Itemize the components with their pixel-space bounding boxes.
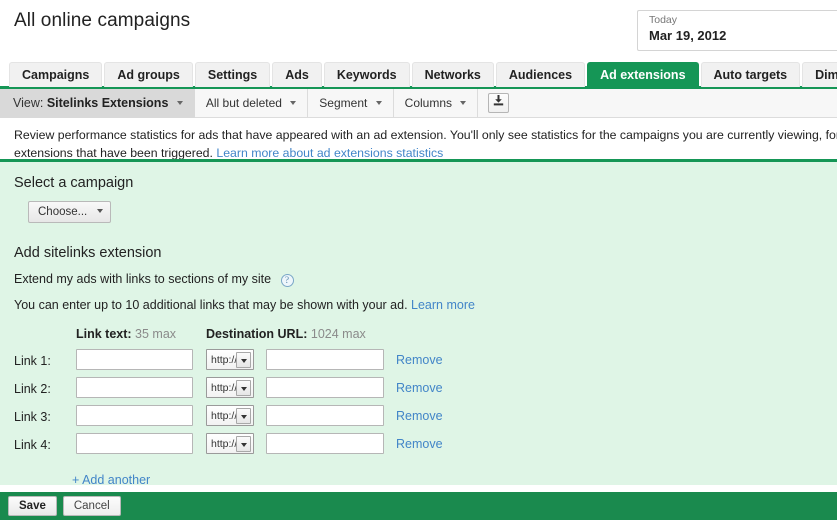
segment-label: Segment: [319, 96, 368, 110]
view-selector[interactable]: View: Sitelinks Extensions: [0, 89, 195, 118]
learn-more-link[interactable]: Learn more: [411, 298, 475, 312]
destination-url-input[interactable]: [266, 377, 384, 398]
link-row: Link 4: http:// Remove: [14, 433, 837, 461]
filter-label: All but deleted: [205, 96, 282, 110]
link-text-input[interactable]: [76, 405, 193, 426]
date-range-value: Mar 19, 2012: [649, 28, 727, 43]
tab-keywords[interactable]: Keywords: [323, 62, 410, 87]
remove-link[interactable]: Remove: [396, 353, 443, 367]
download-icon: [494, 95, 504, 106]
form-footer: Save Cancel: [0, 492, 837, 520]
tab-ads[interactable]: Ads: [272, 62, 322, 87]
chevron-down-icon: [290, 100, 297, 105]
tab-bar: Campaigns Ad groups Settings Ads Keyword…: [0, 62, 837, 89]
protocol-select[interactable]: http://: [206, 433, 254, 454]
remove-link[interactable]: Remove: [396, 437, 443, 451]
protocol-value: http://: [211, 382, 238, 394]
learn-more-statistics-link[interactable]: Learn more about ad extensions statistic…: [216, 146, 443, 159]
date-range-label: Today: [649, 14, 678, 26]
links-column-headers: Link text: 35 max Destination URL: 1024 …: [14, 327, 837, 343]
destination-url-input[interactable]: [266, 405, 384, 426]
chevron-down-icon: [97, 208, 104, 213]
link-text-input[interactable]: [76, 433, 193, 454]
chevron-down-icon: [236, 352, 251, 368]
link-row: Link 1: http:// Remove: [14, 349, 837, 377]
select-campaign-heading: Select a campaign: [14, 175, 134, 191]
add-another-row: + Add another: [72, 473, 837, 485]
download-button[interactable]: [488, 93, 510, 113]
page-title: All online campaigns: [14, 10, 191, 31]
remove-link[interactable]: Remove: [396, 381, 443, 395]
link-text-column-header: Link text: 35 max: [76, 327, 176, 341]
protocol-select[interactable]: http://: [206, 377, 254, 398]
link-text-column-label: Link text:: [76, 327, 132, 341]
view-prefix-label: View:: [13, 96, 44, 110]
link-text-column-max: 35 max: [135, 327, 177, 341]
remove-link[interactable]: Remove: [396, 409, 443, 423]
add-another-link[interactable]: + Add another: [72, 473, 150, 485]
filter-all-but-deleted[interactable]: All but deleted: [195, 89, 309, 118]
campaign-choose-label: Choose...: [38, 206, 88, 218]
link-row: Link 2: http:// Remove: [14, 377, 837, 405]
dest-url-column-max: 1024 max: [310, 327, 366, 341]
limit-line: You can enter up to 10 additional links …: [14, 297, 837, 313]
chevron-down-icon: [236, 436, 251, 452]
date-range-box[interactable]: Today Mar 19, 2012: [637, 10, 837, 51]
description-line-1: Review performance statistics for ads th…: [14, 128, 837, 142]
tab-dimensions[interactable]: Dimensions: [802, 62, 837, 87]
tab-settings[interactable]: Settings: [194, 62, 271, 87]
protocol-value: http://: [211, 410, 238, 422]
help-icon[interactable]: ?: [280, 274, 294, 287]
link-row-label: Link 4:: [14, 438, 51, 452]
chevron-down-icon: [236, 408, 251, 424]
tab-networks[interactable]: Networks: [411, 62, 494, 87]
protocol-select[interactable]: http://: [206, 349, 254, 370]
view-current-value: Sitelinks Extensions: [46, 96, 169, 110]
description-strip: Review performance statistics for ads th…: [0, 118, 837, 162]
protocol-select[interactable]: http://: [206, 405, 254, 426]
chevron-down-icon: [460, 100, 467, 105]
page-header: All online campaigns Today Mar 19, 2012: [0, 0, 837, 62]
segment-menu[interactable]: Segment: [308, 89, 394, 118]
protocol-value: http://: [211, 354, 238, 366]
dest-url-column-label: Destination URL:: [206, 327, 308, 341]
extend-ads-line: Extend my ads with links to sections of …: [14, 271, 837, 287]
columns-menu[interactable]: Columns: [394, 89, 479, 118]
link-text-input[interactable]: [76, 349, 193, 370]
link-text-input[interactable]: [76, 377, 193, 398]
extend-ads-text: Extend my ads with links to sections of …: [14, 272, 272, 286]
description-line-2-prefix: extensions that have been triggered.: [14, 146, 217, 160]
link-row-label: Link 1:: [14, 354, 51, 368]
save-button[interactable]: Save: [8, 496, 57, 516]
tab-campaigns[interactable]: Campaigns: [9, 62, 103, 87]
tab-audiences[interactable]: Audiences: [495, 62, 586, 87]
protocol-value: http://: [211, 438, 238, 450]
chevron-down-icon: [375, 100, 382, 105]
link-row-label: Link 2:: [14, 382, 51, 396]
adwords-app: All online campaigns Today Mar 19, 2012 …: [0, 0, 837, 520]
chevron-down-icon: [236, 380, 251, 396]
tab-ad-groups[interactable]: Ad groups: [104, 62, 193, 87]
sitelinks-panel: Select a campaign Choose... Add sitelink…: [0, 162, 837, 485]
destination-url-input[interactable]: [266, 433, 384, 454]
dest-url-column-header: Destination URL: 1024 max: [206, 327, 366, 341]
link-row: Link 3: http:// Remove: [14, 405, 837, 433]
tab-auto-targets[interactable]: Auto targets: [700, 62, 801, 87]
cancel-button[interactable]: Cancel: [62, 496, 121, 516]
destination-url-input[interactable]: [266, 349, 384, 370]
limit-line-text: You can enter up to 10 additional links …: [14, 298, 412, 312]
chevron-down-icon: [176, 100, 183, 105]
link-row-label: Link 3:: [14, 410, 51, 424]
add-sitelinks-heading: Add sitelinks extension: [14, 245, 162, 261]
campaign-choose-dropdown[interactable]: Choose...: [28, 201, 112, 223]
tab-ad-extensions[interactable]: Ad extensions: [587, 62, 699, 87]
view-toolbar: View: Sitelinks Extensions All but delet…: [0, 89, 837, 118]
columns-label: Columns: [404, 96, 453, 110]
